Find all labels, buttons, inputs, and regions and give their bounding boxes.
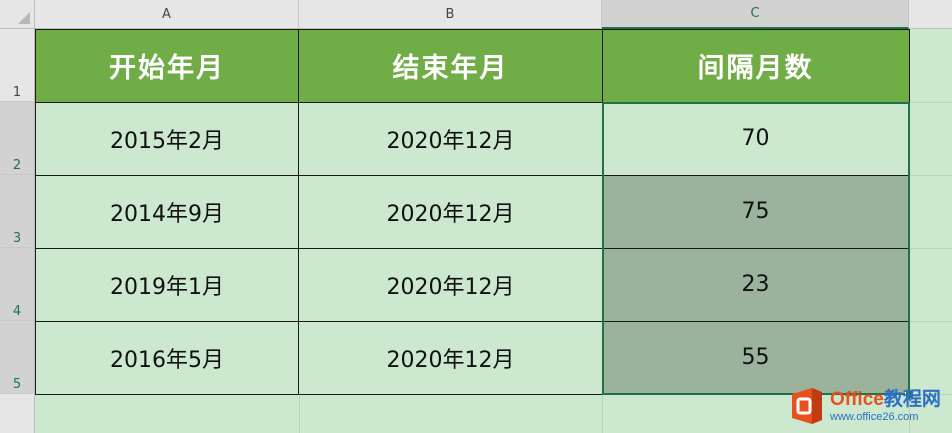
watermark: Office教程网 www.office26.com [788, 384, 950, 428]
column-header-a[interactable]: A [35, 0, 299, 29]
cell-c3[interactable]: 75 [602, 175, 909, 248]
header-cell-interval-months[interactable]: 间隔月数 [602, 29, 909, 102]
row-header-4[interactable]: 4 [0, 248, 35, 321]
column-header-d[interactable] [909, 0, 952, 29]
row-header-2[interactable]: 2 [0, 102, 35, 175]
row-header-1[interactable]: 1 [0, 29, 35, 102]
cell-b4[interactable]: 2020年12月 [299, 248, 602, 321]
column-header-c[interactable]: C [602, 0, 909, 29]
row-header-5[interactable]: 5 [0, 321, 35, 394]
table-border-right [909, 29, 910, 395]
cell-c4[interactable]: 23 [602, 248, 909, 321]
header-cell-start-month[interactable]: 开始年月 [35, 29, 299, 102]
cell-b3[interactable]: 2020年12月 [299, 175, 602, 248]
table-border-h2 [35, 175, 910, 176]
office-logo-icon [788, 386, 826, 426]
table-border-v1 [298, 29, 299, 395]
table-border-h1 [35, 102, 910, 103]
table-border-top [35, 29, 910, 30]
table-border-h3 [35, 248, 910, 249]
table-border-v2 [602, 29, 603, 395]
cell-a4[interactable]: 2019年1月 [35, 248, 299, 321]
column-header-b[interactable]: B [299, 0, 602, 29]
cell-b5[interactable]: 2020年12月 [299, 321, 602, 394]
row-header-3[interactable]: 3 [0, 175, 35, 248]
watermark-url: www.office26.com [830, 410, 919, 423]
cell-c2[interactable]: 70 [602, 102, 909, 175]
table-border-h4 [35, 321, 910, 322]
watermark-brand: Office教程网 [830, 388, 941, 410]
table-border-left [35, 29, 36, 395]
header-cell-end-month[interactable]: 结束年月 [299, 29, 602, 102]
cell-a3[interactable]: 2014年9月 [35, 175, 299, 248]
cell-a2[interactable]: 2015年2月 [35, 102, 299, 175]
cell-a5[interactable]: 2016年5月 [35, 321, 299, 394]
select-all-corner[interactable] [0, 0, 35, 29]
row-header-6[interactable] [0, 394, 35, 433]
cell-b2[interactable]: 2020年12月 [299, 102, 602, 175]
table-border-bottom [35, 394, 910, 395]
